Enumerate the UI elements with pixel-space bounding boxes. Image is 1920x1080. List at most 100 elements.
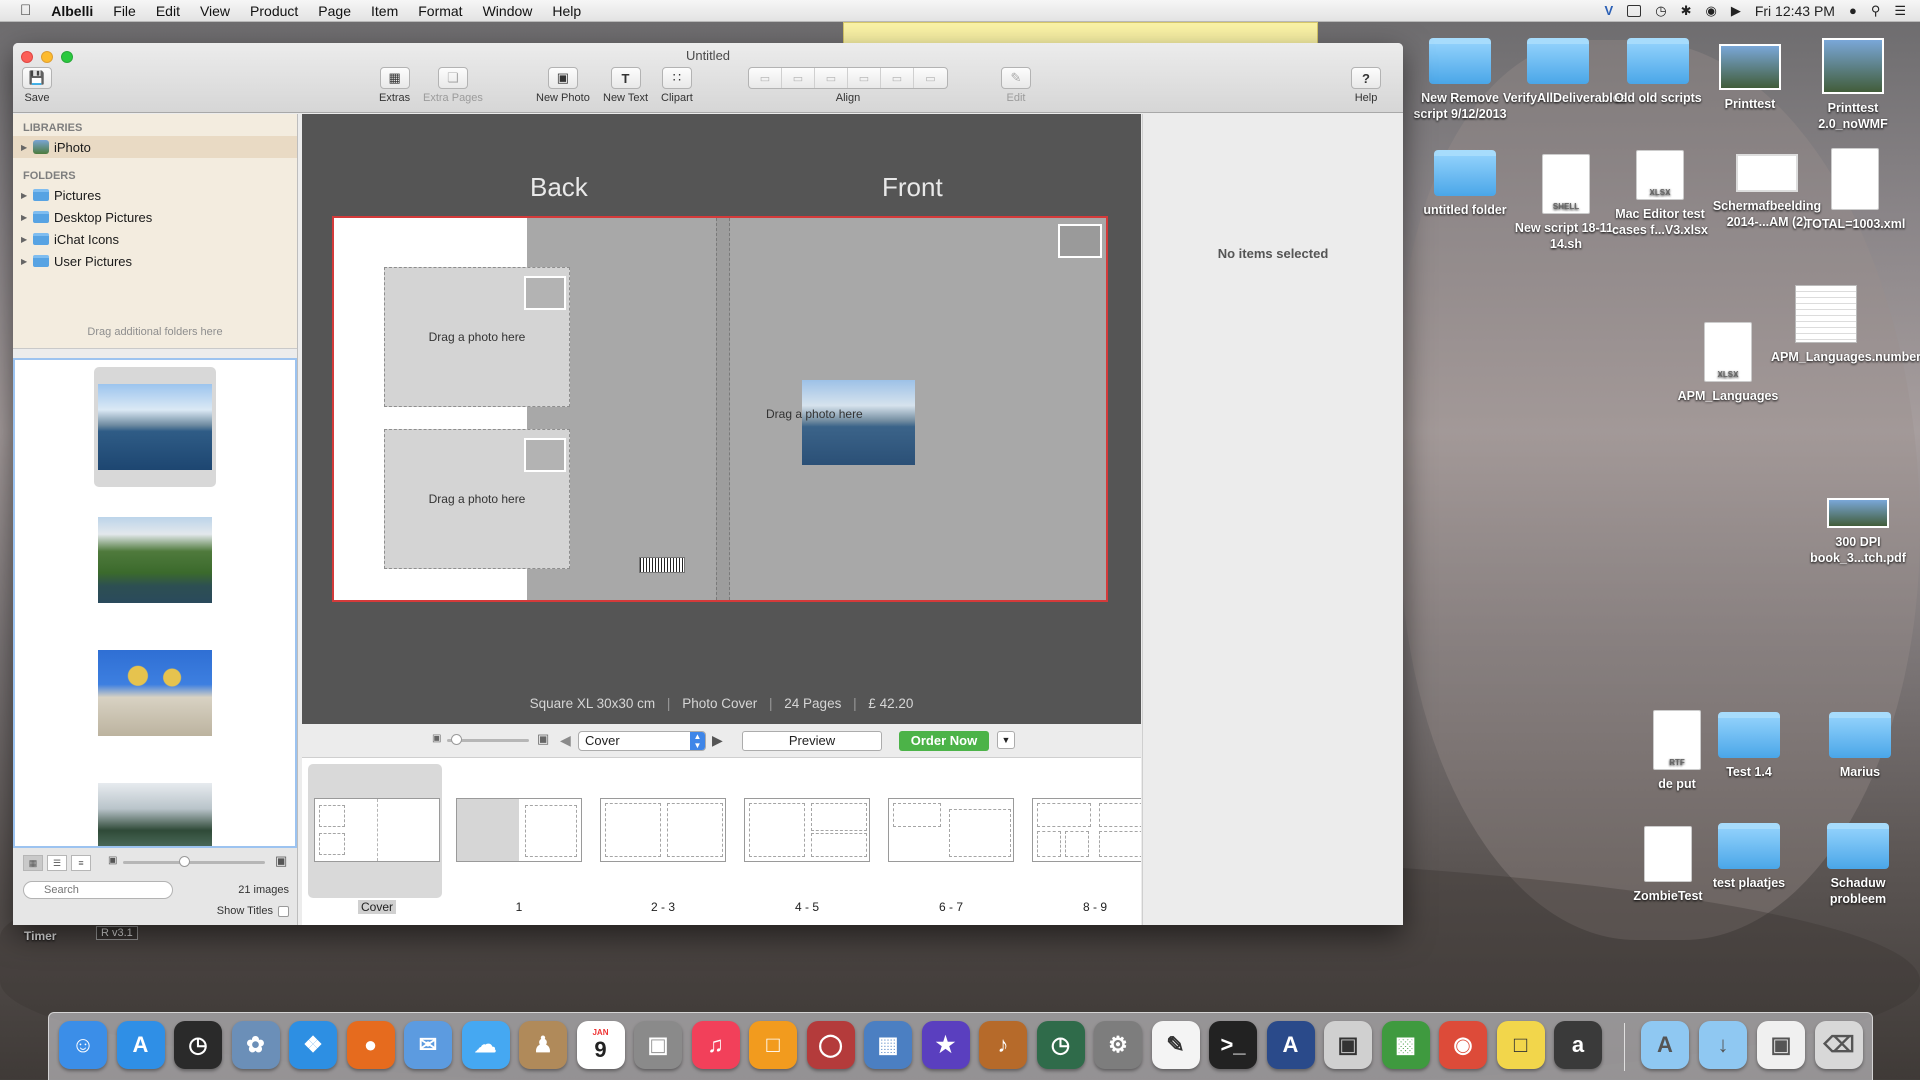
instruments-icon[interactable]: A bbox=[1266, 1021, 1315, 1069]
volume-icon[interactable]: ▶ bbox=[1731, 3, 1741, 19]
stickies-icon[interactable]: □ bbox=[1496, 1021, 1545, 1069]
mail-icon[interactable]: ✉ bbox=[404, 1021, 452, 1069]
imovie-icon[interactable]: ★ bbox=[921, 1021, 970, 1069]
garageband-icon[interactable]: ♪ bbox=[979, 1021, 1027, 1069]
document-stack-icon[interactable]: ▣ bbox=[1757, 1021, 1805, 1069]
image-placeholder-icon[interactable] bbox=[1058, 224, 1102, 258]
bluetooth-icon[interactable]: ✱ bbox=[1681, 3, 1692, 19]
clipart-button[interactable]: ∷ Clipart bbox=[661, 67, 693, 104]
zoom-out-icon[interactable]: ▣ bbox=[432, 733, 441, 744]
show-titles-checkbox[interactable] bbox=[278, 905, 289, 917]
desktop-icon[interactable]: Schaduw probleem bbox=[1803, 823, 1913, 907]
terminal-icon[interactable]: >_ bbox=[1209, 1021, 1257, 1069]
chrome-icon[interactable]: ◉ bbox=[1439, 1021, 1487, 1069]
textedit-icon[interactable]: ✎ bbox=[1151, 1021, 1200, 1069]
preview-button[interactable]: Preview bbox=[742, 731, 882, 751]
desktop-icon[interactable]: TOTAL=1003.xml bbox=[1800, 148, 1910, 232]
align-left-icon[interactable]: ▭ bbox=[749, 68, 782, 88]
page-thumb[interactable]: 2 - 3 bbox=[591, 758, 726, 925]
menu-edit[interactable]: Edit bbox=[146, 3, 190, 19]
desktop-icon[interactable]: Printtest 2.0_noWMF bbox=[1798, 38, 1908, 132]
order-now-button[interactable]: Order Now bbox=[899, 731, 989, 751]
menu-app-name[interactable]: Albelli bbox=[41, 3, 103, 19]
photo-thumbnail[interactable] bbox=[15, 360, 295, 493]
desktop-icon[interactable]: untitled folder bbox=[1410, 150, 1520, 218]
desktop-icon[interactable]: Test 1.4 bbox=[1694, 712, 1804, 780]
extras-button[interactable]: ▦ Extras bbox=[379, 67, 410, 104]
system-preferences-icon[interactable]: ⚙ bbox=[1094, 1021, 1142, 1069]
app-store-icon[interactable]: A bbox=[116, 1021, 165, 1069]
align-center-icon[interactable]: ▭ bbox=[782, 68, 815, 88]
menu-product[interactable]: Product bbox=[240, 3, 308, 19]
disclosure-triangle-icon[interactable]: ▶ bbox=[21, 235, 33, 244]
desktop-icon[interactable]: Marius bbox=[1805, 712, 1915, 780]
folder-item-pictures[interactable]: ▶ Pictures bbox=[13, 184, 297, 206]
finder-icon[interactable]: ☺ bbox=[59, 1021, 107, 1069]
spotlight-icon[interactable]: ⚲ bbox=[1871, 3, 1881, 19]
new-text-button[interactable]: T New Text bbox=[603, 67, 648, 104]
show-titles-toggle[interactable]: Show Titles bbox=[217, 905, 289, 917]
desktop-icon[interactable]: VerifyAllDeliverables bbox=[1503, 38, 1627, 106]
photo-booth-icon[interactable]: ◯ bbox=[806, 1021, 855, 1069]
slider-knob[interactable] bbox=[179, 856, 190, 867]
contacts-icon[interactable]: ♟ bbox=[519, 1021, 567, 1069]
align-right-icon[interactable]: ▭ bbox=[815, 68, 848, 88]
applications-folder-icon[interactable]: A bbox=[1641, 1021, 1689, 1069]
dragging-photo[interactable] bbox=[802, 380, 915, 465]
time-machine-icon[interactable]: ◷ bbox=[1036, 1021, 1085, 1069]
photo-drop-slot[interactable]: Drag a photo here bbox=[384, 267, 570, 407]
folder-item-user-pictures[interactable]: ▶ User Pictures bbox=[13, 250, 297, 272]
time-machine-status-icon[interactable]: ◷ bbox=[1655, 3, 1666, 19]
photo-thumbnail[interactable] bbox=[15, 759, 295, 846]
disclosure-triangle-icon[interactable]: ▶ bbox=[21, 213, 33, 222]
disclosure-triangle-icon[interactable]: ▶ bbox=[21, 191, 33, 200]
menu-item[interactable]: Item bbox=[361, 3, 408, 19]
zoom-in-icon[interactable]: ▣ bbox=[537, 731, 549, 747]
desktop-icon[interactable]: APM_Languages.numbers bbox=[1771, 285, 1920, 365]
menu-window[interactable]: Window bbox=[473, 3, 543, 19]
page-select[interactable]: Cover ▲ ▼ bbox=[578, 731, 706, 751]
itunes-icon[interactable]: ♫ bbox=[691, 1021, 740, 1069]
zoom-slider[interactable] bbox=[447, 734, 529, 748]
edit-button[interactable]: ✎ Edit bbox=[1001, 67, 1031, 104]
desktop-icon[interactable]: 300 DPI book_3...tch.pdf bbox=[1803, 498, 1913, 566]
page-thumb[interactable]: 8 - 9 bbox=[1023, 758, 1141, 925]
menu-clock[interactable]: Fri 12:43 PM bbox=[1755, 3, 1835, 19]
status-v2-icon[interactable]: V bbox=[1605, 3, 1614, 18]
thumbnail-size-slider[interactable] bbox=[123, 856, 265, 870]
book-spine[interactable] bbox=[716, 218, 730, 600]
list-view-icon[interactable]: ☰ bbox=[47, 855, 67, 871]
menu-page[interactable]: Page bbox=[308, 3, 361, 19]
calendar-icon[interactable]: JAN 9 bbox=[576, 1021, 625, 1069]
save-button[interactable]: 💾 Save bbox=[22, 67, 52, 104]
page-thumb[interactable]: 1 bbox=[447, 758, 582, 925]
photo-thumbnail[interactable] bbox=[15, 493, 295, 626]
photo-browser[interactable] bbox=[13, 358, 297, 848]
photo-thumbnail[interactable] bbox=[15, 626, 295, 759]
slider-knob[interactable] bbox=[451, 734, 462, 745]
desktop-icon[interactable]: New Remove script 9/12/2013 bbox=[1405, 38, 1515, 122]
folder-item-desktop-pictures[interactable]: ▶ Desktop Pictures bbox=[13, 206, 297, 228]
page-thumb[interactable]: 6 - 7 bbox=[879, 758, 1014, 925]
menu-help[interactable]: Help bbox=[542, 3, 591, 19]
page-thumb[interactable]: 4 - 5 bbox=[735, 758, 870, 925]
firefox-icon[interactable]: ● bbox=[346, 1021, 395, 1069]
desktop-icon[interactable]: test plaatjes bbox=[1694, 823, 1804, 891]
menu-view[interactable]: View bbox=[190, 3, 240, 19]
screen-mirror-icon[interactable] bbox=[1627, 4, 1642, 17]
preview-docs-icon[interactable]: ▣ bbox=[1324, 1021, 1372, 1069]
albelli-icon[interactable]: a bbox=[1554, 1021, 1602, 1069]
notification-center-icon[interactable]: ☰ bbox=[1894, 3, 1906, 19]
align-middle-icon[interactable]: ▭ bbox=[881, 68, 914, 88]
folder-item-ichat-icons[interactable]: ▶ iChat Icons bbox=[13, 228, 297, 250]
apple-menu-icon[interactable]:  bbox=[0, 2, 41, 19]
wifi-icon[interactable]: ◉ bbox=[1705, 3, 1716, 19]
page-thumb-cover[interactable]: Cover bbox=[305, 758, 442, 925]
photo-drop-slot[interactable]: Drag a photo here bbox=[384, 429, 570, 569]
detail-view-icon[interactable]: ≡ bbox=[71, 855, 91, 871]
align-bottom-icon[interactable]: ▭ bbox=[914, 68, 947, 88]
extra-pages-button[interactable]: ❏ Extra Pages bbox=[423, 67, 483, 104]
desktop-icon[interactable]: XLSX Mac Editor test cases f...V3.xlsx bbox=[1605, 150, 1715, 238]
desktop-icon[interactable]: Printtest bbox=[1695, 44, 1805, 112]
numbers-icon[interactable]: ▩ bbox=[1381, 1021, 1430, 1069]
